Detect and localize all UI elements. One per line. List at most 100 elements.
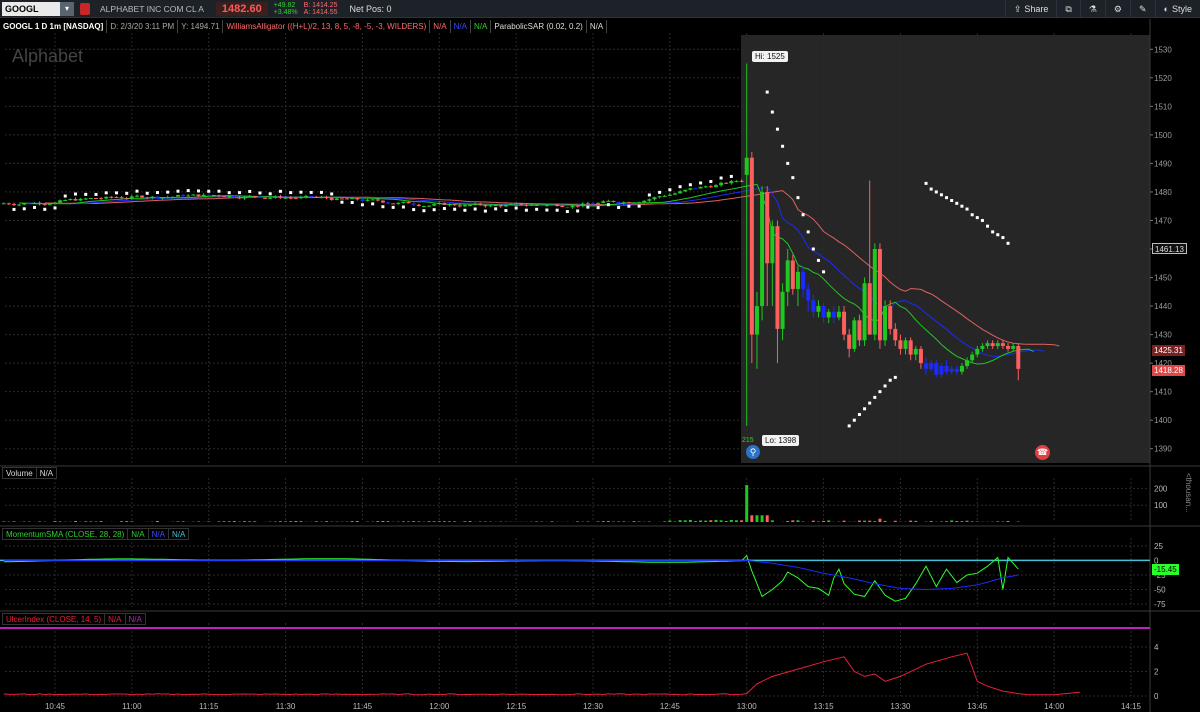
settings-button[interactable]: ⚙	[1104, 0, 1130, 18]
psar-dot	[268, 192, 272, 196]
candle-body	[150, 196, 155, 198]
candle-body	[785, 260, 790, 292]
alligator-study-label[interactable]: WilliamsAlligator ((H+L)/2, 13, 8, 5, -8…	[223, 19, 431, 33]
x-tick-label: 14:00	[1044, 702, 1065, 711]
candle-body	[32, 202, 37, 204]
psar-dot	[463, 208, 467, 212]
candle-body	[529, 204, 534, 206]
candle-body	[175, 195, 180, 197]
candle-body	[734, 180, 739, 182]
volume-bar	[355, 521, 359, 522]
candle-body	[903, 340, 908, 349]
candle-body	[770, 226, 775, 264]
candle-body	[88, 198, 93, 200]
alligator-value-3: N/A	[471, 19, 492, 33]
psar-dot	[960, 204, 964, 208]
volume-bar	[232, 521, 236, 522]
volume-bar	[442, 521, 446, 522]
drawings-button[interactable]: ✎	[1130, 0, 1155, 18]
volume-bar	[325, 521, 329, 522]
volume-bar	[350, 521, 354, 522]
volume-bar	[770, 520, 774, 522]
candle-body	[852, 320, 857, 349]
volume-study-label[interactable]: Volume	[2, 467, 36, 479]
share-button[interactable]: ⇪ Share	[1004, 0, 1057, 18]
psar-dot	[775, 127, 779, 131]
psar-dot	[801, 213, 805, 217]
candle-body	[83, 198, 88, 200]
studies-button[interactable]: ⚗	[1079, 0, 1105, 18]
psar-dot	[586, 205, 590, 209]
candle-body	[524, 204, 529, 206]
detach-button[interactable]: ⧉	[1056, 0, 1079, 18]
low-label: Lo: 1398	[762, 435, 800, 446]
pane-background	[0, 478, 1150, 524]
candle-body	[58, 200, 63, 203]
candle-body	[447, 204, 452, 206]
psar-dot	[617, 205, 621, 209]
psar-dot	[770, 110, 774, 114]
cursor-datetime: D: 2/3/20 3:11 PM	[107, 19, 179, 33]
style-button[interactable]: ◐ Style	[1154, 0, 1200, 18]
ulcer-study-label[interactable]: UlcerIndex (CLOSE, 14, 5)	[2, 613, 105, 625]
ulcer-pane-label: UlcerIndex (CLOSE, 14, 5) N/A N/A	[2, 613, 146, 625]
chart-canvas[interactable]: 10:45 11:00 11:15 11:30 11:45 12:00 12:15 12:30…	[0, 0, 1200, 712]
candle-body	[493, 205, 498, 207]
volume-bar	[632, 521, 636, 522]
alert-bell-icon[interactable]: ☎	[1035, 445, 1050, 460]
candle-body	[345, 198, 350, 200]
momentum-study-label[interactable]: MomentumSMA (CLOSE, 28, 28)	[2, 528, 128, 540]
volume-bar	[693, 521, 697, 522]
psar-study-label[interactable]: ParabolicSAR (0.02, 0.2)	[491, 19, 587, 33]
candle-body	[990, 343, 995, 347]
volume-bar	[176, 521, 180, 522]
candle-body	[206, 194, 211, 196]
symbol-dropdown-icon[interactable]: ▾	[60, 1, 74, 16]
volume-bar	[427, 521, 431, 522]
psar-dot	[391, 205, 395, 209]
psar-dot	[576, 209, 580, 213]
volume-bar	[58, 521, 62, 522]
candle-body	[42, 203, 47, 205]
candle-body	[114, 197, 119, 199]
candle-body	[503, 205, 508, 207]
psar-dot	[135, 189, 139, 193]
last-price: 1482.60	[215, 1, 268, 16]
psar-dot	[699, 181, 703, 185]
psar-dot	[975, 216, 979, 220]
candle-body	[626, 202, 631, 204]
volume-value: N/A	[35, 467, 58, 479]
candle-body	[27, 203, 32, 205]
candle-body	[22, 203, 27, 205]
momentum-value-1: N/A	[127, 528, 148, 540]
psar-dot	[545, 208, 549, 212]
candle-body	[165, 197, 170, 199]
link-pin-icon[interactable]	[80, 2, 90, 15]
psar-dot	[924, 181, 928, 185]
volume-bar	[857, 520, 861, 522]
candle-body	[191, 194, 196, 196]
candle-body	[478, 203, 483, 205]
candle-body	[637, 202, 642, 204]
candle-body	[427, 205, 432, 207]
candle-body	[519, 203, 524, 205]
candle-body	[831, 311, 836, 318]
volume-bar	[376, 521, 380, 522]
last-price-tag: 1418.28	[1152, 365, 1185, 376]
chart-title[interactable]: GOOGL 1 D 1m [NASDAQ]	[0, 19, 108, 33]
volume-bar	[99, 521, 103, 522]
volume-bar	[688, 519, 692, 522]
volume-bar	[709, 520, 713, 522]
candle-body	[678, 191, 683, 194]
candle-body	[929, 363, 934, 369]
candle-body	[765, 191, 770, 264]
psar-dot	[453, 207, 457, 211]
psar-dot	[806, 230, 810, 234]
candle-body	[575, 205, 580, 207]
candle-body	[959, 365, 964, 372]
candle-body	[288, 197, 293, 199]
candle-body	[667, 194, 672, 196]
symbol-input[interactable]: GOOGL	[2, 1, 60, 16]
earnings-icon[interactable]: ⚲	[746, 445, 760, 459]
candle-body	[396, 202, 401, 204]
